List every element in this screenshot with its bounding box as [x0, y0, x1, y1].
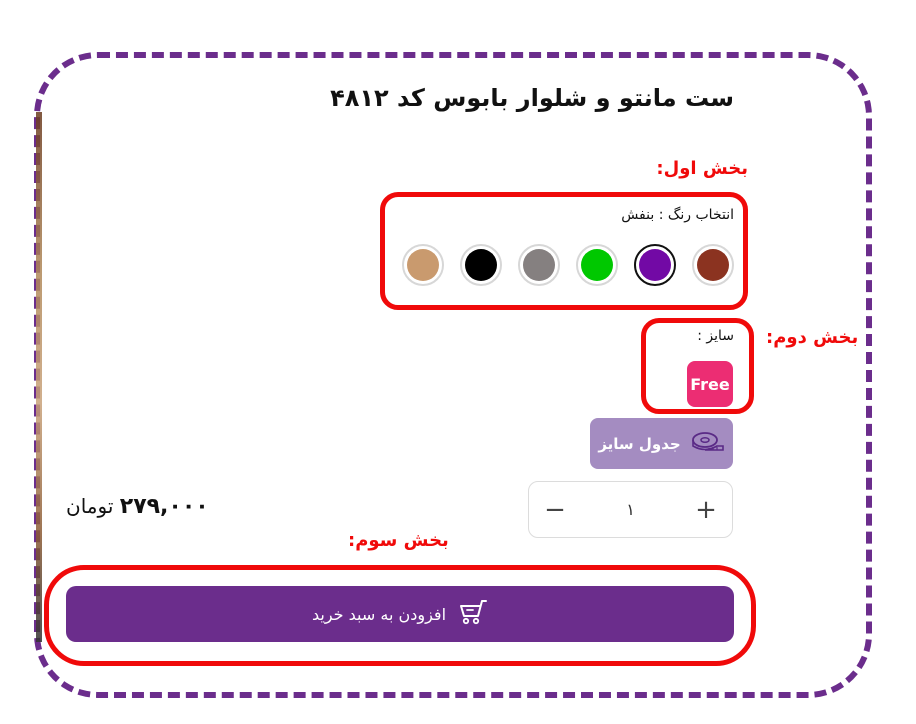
- color-swatch-fill: [465, 249, 497, 281]
- quantity-decrease-button[interactable]: −: [543, 495, 567, 525]
- size-label: سایز :: [697, 328, 734, 344]
- measuring-tape-icon: [691, 431, 725, 457]
- color-swatch-brown[interactable]: [692, 244, 734, 286]
- add-to-cart-button[interactable]: افزودن به سبد خرید: [66, 586, 734, 642]
- color-swatch-fill: [697, 249, 729, 281]
- color-swatch-green[interactable]: [576, 244, 618, 286]
- color-swatch-fill: [581, 249, 613, 281]
- color-swatch-black[interactable]: [460, 244, 502, 286]
- color-label: انتخاب رنگ : بنفش: [621, 207, 734, 223]
- color-swatch-tan[interactable]: [402, 244, 444, 286]
- quantity-value[interactable]: ۱: [626, 500, 635, 519]
- price: ۲۷۹,۰۰۰ تومان: [66, 494, 209, 519]
- quantity-stepper: − ۱ +: [528, 481, 733, 538]
- size-option-free[interactable]: Free: [687, 361, 733, 407]
- product-title: ست مانتو و شلوار بابوس کد ۴۸۱۲: [330, 84, 734, 112]
- annotation-part-1: بخش اول:: [656, 158, 748, 179]
- color-swatch-fill: [639, 249, 671, 281]
- size-chart-button[interactable]: جدول سایز: [590, 418, 733, 469]
- size-chart-label: جدول سایز: [598, 434, 681, 453]
- add-to-cart-label: افزودن به سبد خرید: [312, 604, 447, 624]
- annotation-part-2: بخش دوم:: [766, 327, 859, 348]
- cart-icon: [458, 598, 488, 630]
- color-swatch-fill: [523, 249, 555, 281]
- price-amount: ۲۷۹,۰۰۰: [119, 494, 209, 519]
- price-currency: تومان: [66, 494, 114, 518]
- product-image-edge: [36, 112, 42, 642]
- annotation-part-3: بخش سوم:: [348, 530, 449, 551]
- quantity-increase-button[interactable]: +: [694, 495, 718, 525]
- color-swatch-fill: [407, 249, 439, 281]
- color-swatch-gray[interactable]: [518, 244, 560, 286]
- color-swatch-purple[interactable]: [634, 244, 676, 286]
